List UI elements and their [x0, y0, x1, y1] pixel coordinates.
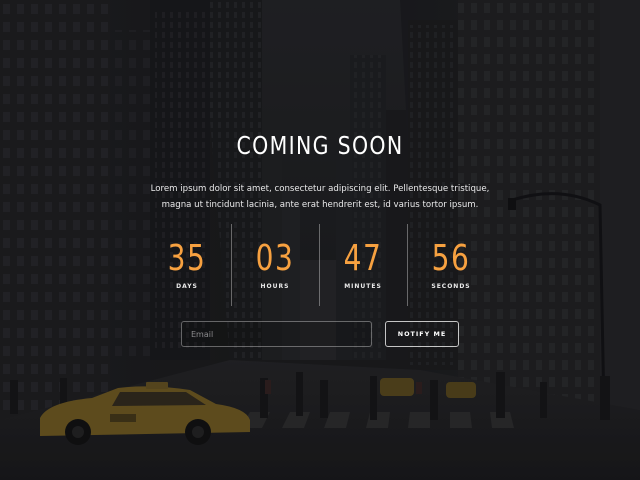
page-title: COMING SOON — [236, 131, 404, 160]
countdown-seconds: 56 SECONDS — [407, 224, 495, 306]
email-input[interactable] — [181, 321, 372, 347]
countdown-hours: 03 HOURS — [231, 224, 319, 306]
hours-value: 03 — [255, 238, 295, 279]
minutes-value: 47 — [343, 238, 383, 279]
hours-label: HOURS — [260, 283, 290, 290]
subscribe-form: NOTIFY ME — [181, 321, 459, 347]
seconds-value: 56 — [431, 238, 471, 279]
days-label: DAYS — [176, 283, 198, 290]
countdown-days: 35 DAYS — [143, 224, 231, 306]
notify-me-button[interactable]: NOTIFY ME — [385, 321, 459, 347]
days-value: 35 — [167, 238, 207, 279]
seconds-label: SECONDS — [431, 283, 471, 290]
countdown-timer: 35 DAYS 03 HOURS 47 MINUTES 56 SECONDS — [143, 224, 497, 306]
hero-content: COMING SOON Lorem ipsum dolor sit amet, … — [0, 0, 640, 480]
countdown-minutes: 47 MINUTES — [319, 224, 407, 306]
minutes-label: MINUTES — [344, 283, 382, 290]
coming-soon-page: COMING SOON Lorem ipsum dolor sit amet, … — [0, 0, 640, 480]
hero-description: Lorem ipsum dolor sit amet, consectetur … — [150, 184, 490, 210]
